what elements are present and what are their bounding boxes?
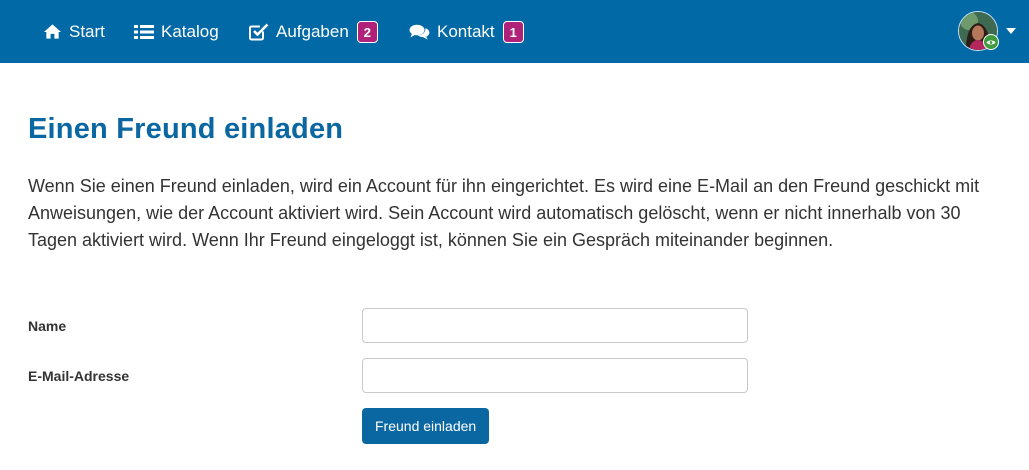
eye-icon — [983, 34, 999, 50]
nav-item-katalog[interactable]: Katalog — [134, 0, 219, 63]
check-square-icon — [249, 23, 276, 41]
invite-friend-button[interactable]: Freund einladen — [362, 408, 490, 444]
email-label: E-Mail-Adresse — [28, 368, 130, 384]
task-count-badge: 2 — [356, 20, 379, 43]
user-menu-toggle[interactable] — [958, 11, 999, 51]
contact-count-badge: 1 — [502, 20, 524, 43]
home-icon — [43, 23, 69, 40]
nav-item-label: Kontakt — [437, 21, 495, 41]
nav-item-label: Start — [69, 21, 105, 41]
name-input[interactable] — [362, 308, 748, 343]
nav-item-aufgaben[interactable]: Aufgaben 2 — [249, 0, 379, 63]
nav-item-label: Aufgaben — [276, 21, 349, 41]
caret-down-icon[interactable] — [1006, 28, 1016, 34]
page-title: Einen Freund einladen — [28, 113, 344, 145]
email-input[interactable] — [362, 358, 748, 393]
nav-item-kontakt[interactable]: Kontakt 1 — [409, 0, 524, 63]
nav-item-label: Katalog — [161, 21, 219, 41]
comments-icon — [409, 24, 437, 40]
intro-text: Wenn Sie einen Freund einladen, wird ein… — [28, 176, 980, 250]
nav-item-start[interactable]: Start — [43, 0, 105, 63]
name-label: Name — [28, 318, 67, 334]
list-icon — [134, 24, 161, 40]
top-navbar: Start Katalog Aufgaben 2 Kontakt 1 — [0, 0, 1029, 63]
